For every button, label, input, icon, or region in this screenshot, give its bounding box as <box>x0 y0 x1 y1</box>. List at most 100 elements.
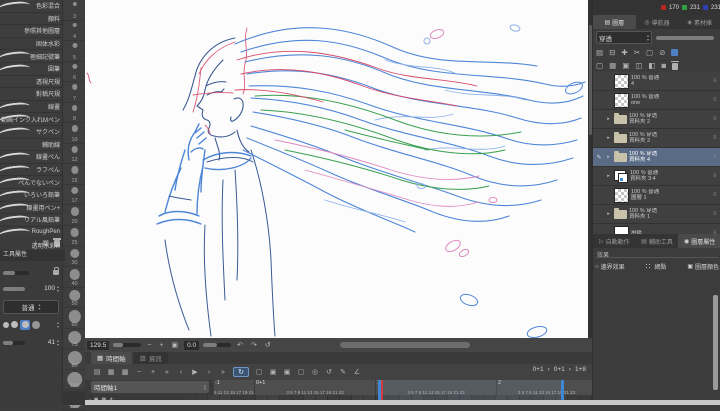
layer-row[interactable]: ▸ 100 % 普通 資料夾 3:4 ≡ <box>593 167 720 186</box>
brush-size-item[interactable]: 8 <box>63 103 86 124</box>
next-arrow-icon[interactable]: › <box>569 366 571 373</box>
opacity-stepper[interactable]: ▴ ▾ <box>57 285 59 292</box>
subtool-item[interactable]: 顏料 <box>0 12 62 26</box>
zoom-slider[interactable] <box>113 343 142 347</box>
start-frame-field[interactable]: 0+1 <box>554 366 565 373</box>
go-first-icon[interactable]: « <box>163 369 171 376</box>
antialias-selected[interactable] <box>20 319 30 330</box>
antialias-weak[interactable] <box>11 321 18 328</box>
brush-size-item[interactable]: 60 <box>63 308 86 329</box>
current-frame-field[interactable]: 0+1 <box>533 366 544 373</box>
subtool-item[interactable]: リアル風鉛筆 <box>0 214 62 227</box>
layer-action-icon-3[interactable]: ◫ <box>635 61 642 70</box>
panel-tab-輔助工具[interactable]: ▤ 輔助工具 <box>635 234 679 248</box>
cel-c-icon[interactable]: ▢ <box>297 368 305 376</box>
layer-row[interactable]: ▸ 100 % 穿透 資料夾 2 ≡ <box>593 110 720 129</box>
brush-size-item[interactable]: 4 <box>63 21 86 42</box>
subtool-item[interactable]: ラフぺん <box>0 163 62 177</box>
expand-arrow-icon[interactable]: ▸ <box>605 173 612 179</box>
subtool-item[interactable]: 參照其他圖層 <box>0 25 62 38</box>
brush-size-item[interactable]: 3 <box>63 0 86 21</box>
subtool-item[interactable]: ぺんでないペン <box>0 176 62 189</box>
angle-icon[interactable]: ∠ <box>353 368 361 376</box>
brush-size-item[interactable]: 10 <box>63 123 86 144</box>
timeline-frame-ruler[interactable]: -19 11 13 15 17 19 21 230+13 5 7 9 11 13… <box>213 380 592 395</box>
stabilize-slider[interactable] <box>3 340 25 345</box>
panel-tab-圖層屬性[interactable]: ◉ 圖層屬性 <box>678 234 720 248</box>
layer-menu-icon[interactable]: ≡ <box>713 211 720 217</box>
layer-menu-icon[interactable]: ≡ <box>713 78 720 84</box>
expand-arrow-icon[interactable]: ▸ <box>605 116 612 122</box>
zoom-out-button[interactable]: − <box>145 342 153 349</box>
end-frame-field[interactable]: 1+8 <box>575 366 586 373</box>
panel-tab-圖層[interactable]: ▤ 圖層 <box>593 15 636 29</box>
layer-menu-icon[interactable]: ≡ <box>713 154 720 160</box>
brush-size-item[interactable]: 5 <box>63 41 86 62</box>
rotate-cw-icon[interactable]: ↷ <box>249 341 259 349</box>
go-last-icon[interactable]: » <box>219 369 227 376</box>
layer-opacity-slider[interactable] <box>656 35 714 40</box>
layer-tool-icon-2[interactable]: ✚ <box>621 48 627 57</box>
brush-size-item[interactable]: 80 <box>63 349 86 370</box>
timeline-tab-資訊[interactable]: ▥ 資訊 <box>133 352 168 364</box>
brush-size-item[interactable]: 6 <box>63 62 86 83</box>
prev-frame-icon[interactable]: ‹ <box>177 369 185 376</box>
opacity-slider[interactable] <box>3 286 25 291</box>
lock-icon[interactable] <box>53 267 59 275</box>
panel-tab-自動動作[interactable]: ▷ 自動動作 <box>593 234 636 248</box>
brush-size-item[interactable]: 30 <box>63 247 86 268</box>
brush-size-item[interactable]: 40 <box>63 267 86 288</box>
layer-tool-icon-4[interactable]: ▢ <box>646 48 653 57</box>
new-cel-icon[interactable]: ▢ <box>255 368 263 376</box>
layer-action-icon-0[interactable]: ▢ <box>596 61 603 70</box>
delete-layer-icon[interactable] <box>671 60 679 70</box>
brush-size-item[interactable]: 7 <box>63 82 86 103</box>
brush-size-item[interactable]: 75 <box>63 329 86 350</box>
loop-playback-icon[interactable]: ↻ <box>233 367 249 377</box>
subtool-item[interactable]: 動画インク入れMペン <box>0 113 62 126</box>
expand-arrow-icon[interactable]: ▸ <box>605 211 612 217</box>
subtool-item[interactable]: サクペン <box>0 125 62 139</box>
subtool-item[interactable]: 圓筆 <box>0 62 62 76</box>
brush-size-item[interactable]: 12 <box>63 144 86 165</box>
edit-cel-icon[interactable]: ✎ <box>339 368 347 376</box>
effect-邊界效果[interactable]: ○ 邊界效果 <box>595 262 625 272</box>
reset-view-icon[interactable]: ↺ <box>263 341 273 349</box>
edit-pencil-icon[interactable]: ✎ <box>595 154 603 161</box>
subtool-item[interactable]: 線畫 <box>0 100 62 114</box>
layer-action-icon-1[interactable]: ▦ <box>609 61 616 70</box>
panel-tab-素材庫[interactable]: ◈ 素材庫 <box>678 15 720 29</box>
layer-action-icon-5[interactable]: ◙ <box>661 61 666 70</box>
panel-scrollbar[interactable] <box>713 295 718 390</box>
effect-網點[interactable]: 網點 <box>645 262 666 271</box>
brush-size-item[interactable]: 50 <box>63 288 86 309</box>
layer-color-chip[interactable] <box>671 48 679 56</box>
timeline-settings-icon[interactable]: ▩ <box>121 368 129 376</box>
cel-b-icon[interactable]: ▣ <box>283 368 291 376</box>
layer-tool-icon-0[interactable]: ▤ <box>596 48 603 57</box>
brush-size-slider[interactable] <box>3 270 29 275</box>
rotation-slider[interactable] <box>203 343 232 347</box>
panel-tab-導航器[interactable]: ◎ 導航器 <box>635 15 679 29</box>
subtool-item[interactable]: 色彩混合 <box>0 0 62 13</box>
subtool-item[interactable]: 對稱尺規 <box>0 88 62 101</box>
next-frame-icon[interactable]: › <box>205 369 213 376</box>
expand-arrow-icon[interactable]: ▸ <box>605 135 612 141</box>
effect-圖層顏色[interactable]: ▣ 圖層顏色 <box>687 262 719 271</box>
expand-arrow-icon[interactable]: ▸ <box>605 154 612 160</box>
new-timeline-icon[interactable]: ▦ <box>107 368 115 376</box>
layer-tool-icon-1[interactable]: ⊟ <box>609 48 615 57</box>
layer-row[interactable]: ▸ 100 % 穿透 資料夾 2 ≡ <box>593 129 720 148</box>
subtool-item[interactable]: 固体水彩 <box>0 37 62 51</box>
timeline-selector[interactable]: 時間軸1 ▴ ▾ <box>91 381 209 393</box>
brush-size-item[interactable]: 15 <box>63 164 86 185</box>
layer-tool-icon-5[interactable]: ⊘ <box>659 48 665 57</box>
brush-size-item[interactable]: 17 <box>63 185 86 206</box>
drawing-canvas[interactable] <box>85 0 588 338</box>
retime-icon[interactable]: ↺ <box>325 368 333 376</box>
subtool-item[interactable]: 輔助線 <box>0 138 62 152</box>
layer-menu-icon[interactable]: ≡ <box>713 192 720 198</box>
layer-blend-select[interactable]: 穿透 ▴ ▾ <box>596 31 652 44</box>
layer-menu-icon[interactable]: ≡ <box>713 135 720 141</box>
canvas-horizontal-scrollbar[interactable] <box>340 342 470 348</box>
